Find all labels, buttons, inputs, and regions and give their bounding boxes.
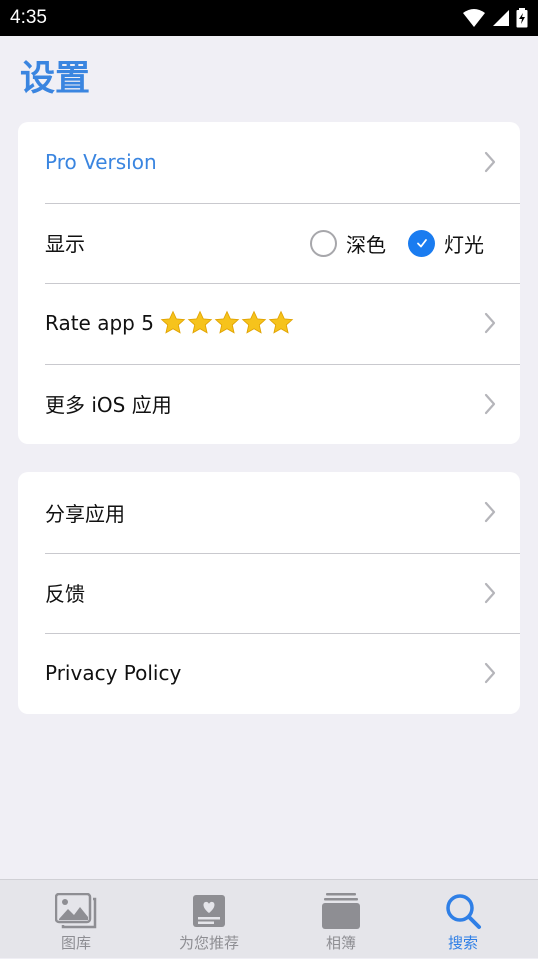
tab-bar: 图库 为您推荐 相簿 搜索	[0, 879, 538, 958]
tab-albums[interactable]: 相簿	[286, 880, 396, 959]
more-apps-label: 更多 iOS 应用	[45, 393, 172, 418]
cellular-signal-icon	[493, 10, 509, 26]
settings-group-about: 分享应用 反馈 Privacy Policy	[18, 472, 520, 714]
theme-option-light[interactable]: 灯光	[408, 229, 484, 258]
wifi-icon	[463, 9, 485, 27]
more-ios-apps-row[interactable]: 更多 iOS 应用	[18, 363, 520, 445]
settings-group-general: Pro Version 显示 深色 灯光 Rate app 5 更多 iOS 应…	[18, 122, 520, 444]
pro-version-row[interactable]: Pro Version	[18, 122, 520, 203]
star-icon	[160, 310, 186, 334]
star-icon	[268, 310, 294, 334]
gallery-icon	[55, 892, 97, 930]
tab-label: 图库	[60, 934, 91, 952]
battery-icon	[516, 8, 528, 28]
star-icon	[187, 310, 213, 334]
share-app-label: 分享应用	[45, 501, 125, 526]
feedback-label: 反馈	[45, 582, 85, 607]
status-time: 4:35	[10, 7, 47, 28]
privacy-policy-label: Privacy Policy	[45, 661, 182, 686]
tab-label: 搜索	[447, 934, 478, 952]
radio-checked-icon[interactable]	[408, 229, 435, 257]
theme-option-label: 深色	[346, 232, 386, 257]
theme-selector: 深色 灯光	[288, 229, 484, 258]
tab-for-you[interactable]: 为您推荐	[154, 880, 264, 959]
pro-version-label: Pro Version	[45, 150, 157, 175]
radio-unchecked-icon[interactable]	[310, 229, 337, 257]
display-row: 显示 深色 灯光	[18, 202, 520, 284]
theme-option-label: 灯光	[444, 232, 484, 257]
tab-label: 为您推荐	[178, 934, 239, 952]
rate-app-label: Rate app 5	[45, 311, 154, 336]
feedback-row[interactable]: 反馈	[18, 552, 520, 634]
chevron-right-icon	[484, 582, 496, 603]
page-title: 设置	[20, 59, 91, 99]
tab-search[interactable]: 搜索	[408, 880, 518, 959]
display-label: 显示	[45, 232, 85, 257]
checkmark-icon	[416, 239, 427, 248]
chevron-right-icon	[484, 502, 496, 523]
five-star-rating	[160, 310, 294, 336]
theme-option-dark[interactable]: 深色	[310, 229, 386, 258]
status-icons	[462, 8, 528, 28]
tab-label: 相簿	[325, 934, 356, 952]
tab-gallery[interactable]: 图库	[21, 880, 131, 959]
chevron-right-icon	[484, 393, 496, 414]
share-app-row[interactable]: 分享应用	[18, 472, 520, 553]
search-icon	[442, 892, 484, 930]
rate-app-row[interactable]: Rate app 5	[18, 283, 520, 364]
chevron-right-icon	[484, 663, 496, 684]
star-icon	[214, 310, 240, 334]
albums-icon	[320, 892, 362, 930]
chevron-right-icon	[484, 313, 496, 334]
star-icon	[241, 310, 267, 334]
status-bar: 4:35	[0, 0, 538, 36]
for-you-icon	[188, 892, 230, 930]
chevron-right-icon	[484, 152, 496, 173]
privacy-policy-row[interactable]: Privacy Policy	[18, 633, 520, 714]
